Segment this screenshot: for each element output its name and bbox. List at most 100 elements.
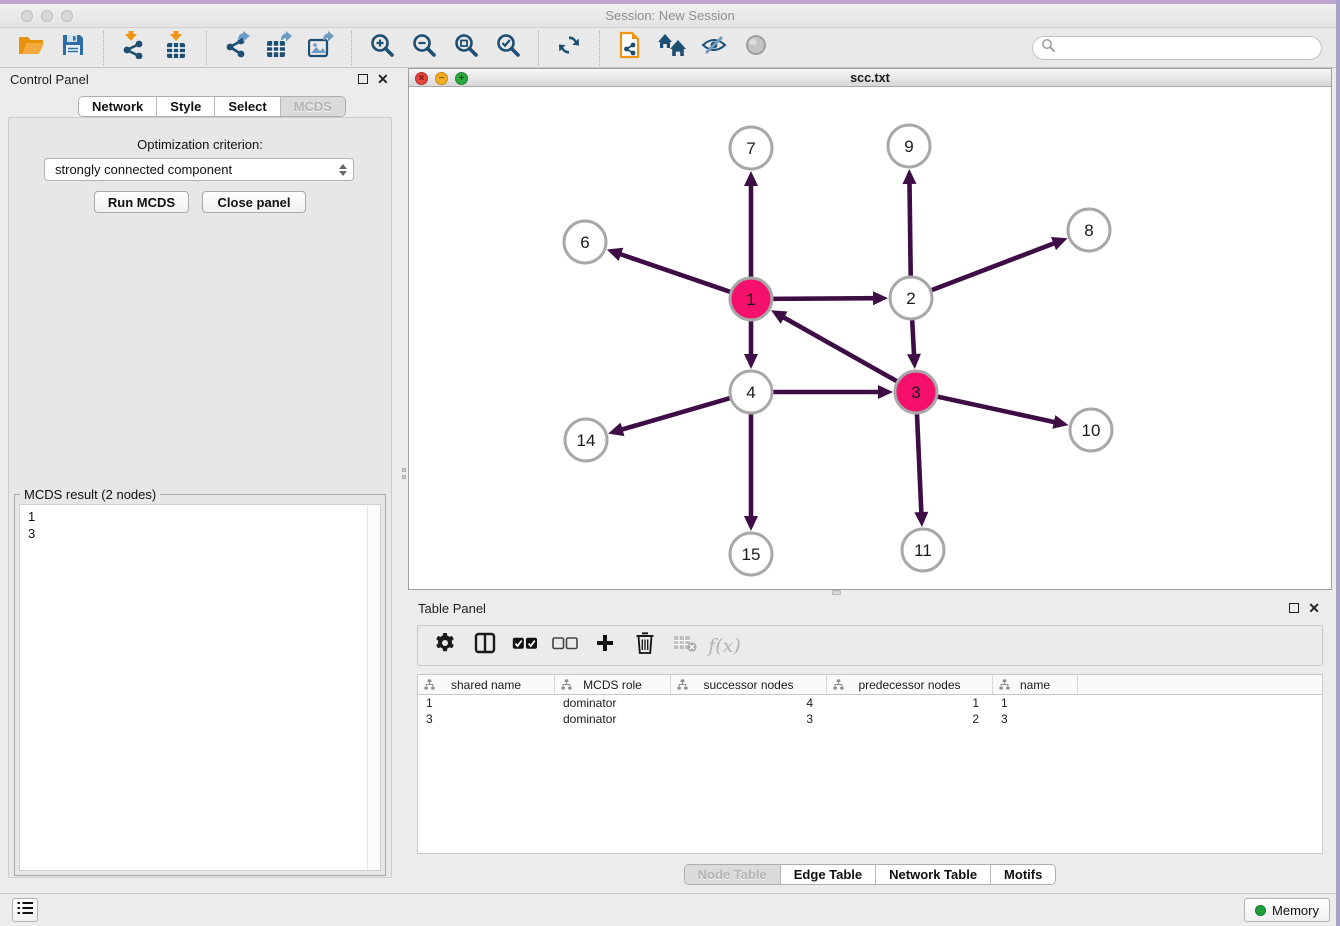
table-header-row: shared nameMCDS rolesuccessor nodesprede… xyxy=(418,675,1322,695)
graph-edge-2-9[interactable] xyxy=(909,181,910,279)
hide-graphics-details-button[interactable] xyxy=(696,31,732,65)
copy-network-icon xyxy=(618,31,642,64)
table-cell[interactable]: 3 xyxy=(993,711,1078,727)
column-header-successor-nodes[interactable]: successor nodes xyxy=(671,675,827,694)
graph-edge-arrowhead xyxy=(878,385,893,399)
graph-edge-arrowhead xyxy=(907,354,921,369)
memory-button[interactable]: Memory xyxy=(1244,898,1330,922)
select-stepper-icon xyxy=(339,164,347,176)
tab-edge-table[interactable]: Edge Table xyxy=(781,865,876,884)
search-box[interactable] xyxy=(1032,36,1322,60)
deselect-all-button[interactable] xyxy=(548,631,581,661)
table-cell[interactable]: 2 xyxy=(827,711,993,727)
attribute-icon xyxy=(999,679,1010,693)
graph-edge-arrowhead xyxy=(903,169,917,184)
status-bar: Memory xyxy=(0,893,1340,926)
delete-column-button[interactable] xyxy=(628,631,661,661)
import-table-icon xyxy=(165,31,187,64)
table-cell[interactable]: 3 xyxy=(418,711,555,727)
table-settings-button[interactable] xyxy=(428,631,461,661)
graph-node-label-3: 3 xyxy=(911,383,920,402)
birdseye-view-button[interactable] xyxy=(738,31,774,65)
network-canvas-svg: 1234678910111415 xyxy=(409,88,1331,590)
column-header-shared-name[interactable]: shared name xyxy=(418,675,555,694)
table-cell[interactable]: 4 xyxy=(671,695,827,711)
table-cell[interactable]: 3 xyxy=(671,711,827,727)
export-image-icon xyxy=(308,31,334,64)
graph-edge-1-2[interactable] xyxy=(770,298,876,299)
result-scrollbar[interactable] xyxy=(367,505,380,870)
float-panel-icon[interactable] xyxy=(358,74,368,84)
select-all-button[interactable] xyxy=(508,631,541,661)
network-window-titlebar[interactable]: × − + scc.txt xyxy=(409,69,1331,87)
float-panel-icon[interactable] xyxy=(1289,603,1299,613)
search-icon xyxy=(1041,38,1055,57)
criterion-select[interactable]: strongly connected component xyxy=(44,158,354,181)
function-builder-button-disabled: f(x) xyxy=(708,631,741,661)
control-panel-title: Control Panel xyxy=(10,72,89,87)
zoom-fit-button[interactable] xyxy=(448,31,484,65)
copy-network-button[interactable] xyxy=(612,31,648,65)
column-selector-button[interactable] xyxy=(468,631,501,661)
tab-motifs[interactable]: Motifs xyxy=(991,865,1055,884)
network-canvas[interactable]: 1234678910111415 xyxy=(409,88,1331,589)
horizontal-splitter[interactable] xyxy=(832,590,841,595)
graph-edge-arrowhead xyxy=(608,423,624,436)
add-column-button[interactable] xyxy=(588,631,621,661)
zoom-out-button[interactable] xyxy=(406,31,442,65)
graph-edge-4-14[interactable] xyxy=(620,397,733,430)
close-panel-icon[interactable]: ✕ xyxy=(377,74,389,84)
run-mcds-button[interactable]: Run MCDS xyxy=(94,191,189,213)
column-header-mcds-role[interactable]: MCDS role xyxy=(555,675,671,694)
table-panel-title: Table Panel xyxy=(418,601,486,616)
zoom-selected-button[interactable] xyxy=(490,31,526,65)
control-tabs: NetworkStyleSelectMCDS xyxy=(78,96,346,117)
table-cell[interactable]: 1 xyxy=(827,695,993,711)
tab-network[interactable]: Network xyxy=(79,97,157,116)
close-panel-icon[interactable]: ✕ xyxy=(1308,603,1320,613)
table-cell[interactable]: dominator xyxy=(555,711,671,727)
zoom-selected-icon xyxy=(495,32,521,63)
tab-style[interactable]: Style xyxy=(157,97,215,116)
search-input[interactable] xyxy=(1055,40,1313,56)
graph-edge-2-8[interactable] xyxy=(929,242,1057,291)
table-panel-buttons: ✕ xyxy=(1289,603,1320,613)
table-cell[interactable]: 1 xyxy=(418,695,555,711)
tab-mcds[interactable]: MCDS xyxy=(281,97,345,116)
tab-network-table[interactable]: Network Table xyxy=(876,865,991,884)
task-history-button[interactable] xyxy=(12,898,38,922)
table-tabs: Node TableEdge TableNetwork TableMotifs xyxy=(684,864,1057,885)
zoom-in-button[interactable] xyxy=(364,31,400,65)
table-cell[interactable]: 1 xyxy=(993,695,1078,711)
apply-layout-button[interactable] xyxy=(551,31,587,65)
graph-edge-1-6[interactable] xyxy=(618,253,733,292)
attribute-icon xyxy=(424,679,435,693)
home-button[interactable] xyxy=(654,31,690,65)
close-panel-button[interactable]: Close panel xyxy=(202,191,306,213)
vertical-splitter[interactable] xyxy=(401,468,406,484)
columns-icon xyxy=(474,632,496,659)
import-table-button[interactable] xyxy=(158,31,194,65)
export-network-button[interactable] xyxy=(219,31,255,65)
table-row[interactable]: 3dominator323 xyxy=(418,711,1322,727)
graph-edge-3-1[interactable] xyxy=(781,316,899,382)
column-header-predecessor-nodes[interactable]: predecessor nodes xyxy=(827,675,993,694)
table-row[interactable]: 1dominator411 xyxy=(418,695,1322,711)
open-session-button[interactable] xyxy=(13,31,49,65)
export-table-button[interactable] xyxy=(261,31,297,65)
graph-node-label-4: 4 xyxy=(746,383,755,402)
tab-select[interactable]: Select xyxy=(215,97,280,116)
open-folder-icon xyxy=(17,34,45,61)
toolbar-separator xyxy=(538,31,539,65)
column-header-name[interactable]: name xyxy=(993,675,1078,694)
export-image-button[interactable] xyxy=(303,31,339,65)
graph-edge-3-11[interactable] xyxy=(917,411,922,515)
tab-node-table[interactable]: Node Table xyxy=(685,865,781,884)
graph-edge-2-3[interactable] xyxy=(912,317,914,357)
save-session-button[interactable] xyxy=(55,31,91,65)
titlebar: Session: New Session xyxy=(0,4,1340,28)
trash-icon xyxy=(635,631,655,660)
table-cell[interactable]: dominator xyxy=(555,695,671,711)
import-network-button[interactable] xyxy=(116,31,152,65)
graph-edge-3-10[interactable] xyxy=(935,396,1057,423)
